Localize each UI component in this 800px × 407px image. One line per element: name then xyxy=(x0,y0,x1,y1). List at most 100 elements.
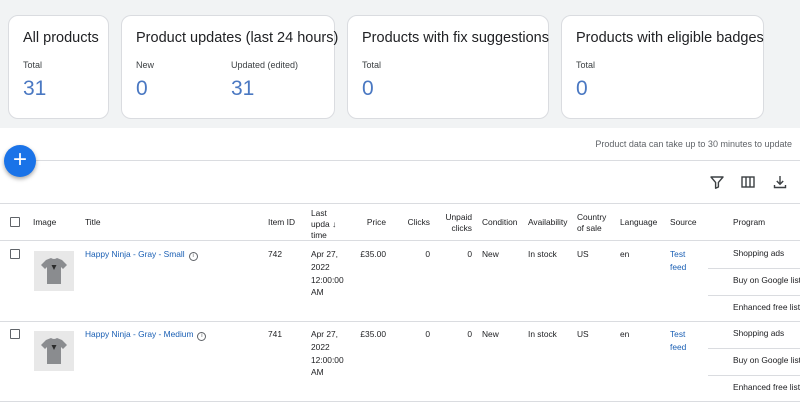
program-shopping-ads: Shopping ads xyxy=(733,328,785,338)
header-language[interactable]: Language xyxy=(620,217,657,228)
product-title[interactable]: Happy Ninja - Gray - Medium i xyxy=(85,328,207,341)
last-update-time: Apr 27, 2022 12:00:00 AM xyxy=(311,328,344,379)
header-item-id[interactable]: Item ID xyxy=(268,217,295,228)
header-country-line: Country xyxy=(577,212,607,222)
product-title-link[interactable]: Happy Ninja - Gray - Medium xyxy=(85,329,193,339)
language: en xyxy=(620,249,630,259)
header-title[interactable]: Title xyxy=(85,217,101,228)
header-image: Image xyxy=(33,217,57,227)
select-all-checkbox[interactable] xyxy=(10,217,20,227)
header-source[interactable]: Source xyxy=(670,217,697,228)
table-top-border xyxy=(0,203,800,204)
date-line: 2022 xyxy=(311,261,330,272)
program-buy-on-google: Buy on Google listin xyxy=(733,355,800,365)
download-icon[interactable] xyxy=(772,174,788,190)
header-bottom-border xyxy=(0,240,800,241)
row-checkbox[interactable] xyxy=(10,249,20,259)
program-enhanced-free-listing: Enhanced free listin xyxy=(733,302,800,312)
date-line: AM xyxy=(311,287,324,298)
header-program[interactable]: Program xyxy=(733,217,765,228)
product-title-link[interactable]: Happy Ninja - Gray - Small xyxy=(85,249,185,259)
program-divider xyxy=(708,268,800,269)
metric-label: Total xyxy=(23,60,43,70)
row-checkbox[interactable] xyxy=(10,329,20,339)
date-line: AM xyxy=(311,367,324,378)
item-id: 741 xyxy=(268,329,282,339)
card-product-updates[interactable]: Product updates (last 24 hours) New 0 Up… xyxy=(121,15,339,119)
date-line: 12:00:00 xyxy=(311,354,344,365)
add-product-button[interactable]: + xyxy=(4,145,36,177)
date-line: Apr 27, xyxy=(311,329,339,339)
metric-value: 0 xyxy=(136,77,148,100)
header-unpaid-clicks[interactable]: Unpaid clicks xyxy=(432,212,472,234)
info-icon[interactable]: i xyxy=(197,332,207,341)
info-icon[interactable]: i xyxy=(188,252,198,261)
metric: Updated (edited) 31 xyxy=(231,60,298,101)
program-divider xyxy=(708,295,800,296)
header-availability[interactable]: Availability xyxy=(528,217,567,228)
date-line: 2022 xyxy=(311,341,330,352)
metric-value: 31 xyxy=(231,77,255,100)
row-divider xyxy=(0,321,800,322)
header-country-of-sale[interactable]: Country of sale xyxy=(577,212,606,234)
card-title: Products with fix suggestions xyxy=(362,30,549,46)
header-price[interactable]: Price xyxy=(346,217,386,228)
metric-label: Total xyxy=(576,60,596,70)
card-fix-suggestions[interactable]: Products with fix suggestions Total 0 xyxy=(347,15,549,119)
availability: In stock xyxy=(528,249,557,259)
header-condition[interactable]: Condition xyxy=(482,217,517,228)
summary-area: All products Total 31 Product updates (l… xyxy=(0,0,800,128)
last-update-time: Apr 27, 2022 12:00:00 AM xyxy=(311,248,344,299)
date-line: Apr 27, xyxy=(311,249,339,259)
metric-value: 31 xyxy=(23,77,47,100)
card-title: Products with eligible badges xyxy=(576,30,764,46)
clicks: 0 xyxy=(425,329,430,339)
metric: Total 31 xyxy=(23,60,46,101)
row-divider xyxy=(0,401,800,402)
condition: New xyxy=(482,249,499,259)
filter-icon[interactable] xyxy=(709,174,725,190)
price: £35.00 xyxy=(360,329,386,339)
unpaid-clicks: 0 xyxy=(467,329,472,339)
source-line: feed xyxy=(670,261,687,272)
card-eligible-badges[interactable]: Products with eligible badges Total 0 xyxy=(561,15,764,119)
product-thumbnail xyxy=(34,251,74,291)
availability: In stock xyxy=(528,329,557,339)
metric-value: 0 xyxy=(362,77,374,100)
product-title[interactable]: Happy Ninja - Gray - Small i xyxy=(85,248,198,261)
header-country-line: of sale xyxy=(577,223,602,233)
date-line: 12:00:00 xyxy=(311,274,344,285)
header-last-update-line: Last xyxy=(311,208,327,218)
clicks: 0 xyxy=(425,249,430,259)
metric-label: Updated (edited) xyxy=(231,60,299,70)
header-unpaid-line: clicks xyxy=(451,223,472,233)
divider xyxy=(36,160,800,161)
sort-arrow-icon: ↓ xyxy=(331,219,337,229)
header-unpaid-line: Unpaid xyxy=(445,212,472,222)
metric: Total 0 xyxy=(362,60,381,101)
product-thumbnail xyxy=(34,331,74,371)
price: £35.00 xyxy=(360,249,386,259)
header-last-update-text: upda xyxy=(311,219,330,229)
header-last-update[interactable]: Last upda ↓ time xyxy=(311,208,336,241)
condition: New xyxy=(482,329,499,339)
program-buy-on-google: Buy on Google listin xyxy=(733,275,800,285)
source-link[interactable]: Test feed xyxy=(670,328,686,354)
unpaid-clicks: 0 xyxy=(467,249,472,259)
language: en xyxy=(620,329,630,339)
columns-icon[interactable] xyxy=(740,174,756,190)
card-title: Product updates (last 24 hours) xyxy=(136,30,339,46)
program-enhanced-free-listing: Enhanced free listin xyxy=(733,382,800,392)
header-clicks[interactable]: Clicks xyxy=(390,217,430,228)
metric: New 0 xyxy=(136,60,154,101)
source-link[interactable]: Test feed xyxy=(670,248,686,274)
card-all-products[interactable]: All products Total 31 xyxy=(8,15,109,119)
source-line: Test xyxy=(670,329,686,339)
header-last-update-line: upda ↓ xyxy=(311,219,336,230)
metric-label: New xyxy=(136,60,155,70)
update-notice: Product data can take up to 30 minutes t… xyxy=(595,139,792,149)
program-shopping-ads: Shopping ads xyxy=(733,248,785,258)
card-title: All products xyxy=(23,30,99,46)
country-of-sale: US xyxy=(577,249,589,259)
country-of-sale: US xyxy=(577,329,589,339)
